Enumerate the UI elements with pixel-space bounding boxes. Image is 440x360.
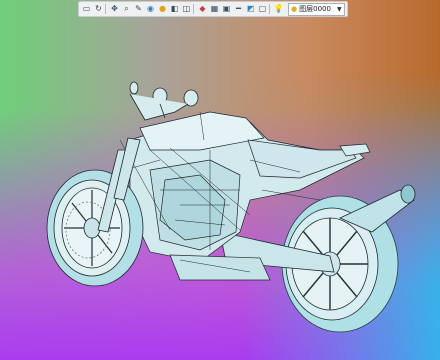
toolbar-separator [105, 4, 108, 14]
color-icon[interactable]: ◆ [197, 4, 208, 15]
palette-icon[interactable]: ◩ [245, 4, 256, 15]
render-icon[interactable]: ◉ [145, 4, 156, 15]
measure-icon[interactable]: ━ [233, 4, 244, 15]
rotate-icon[interactable]: ↻ [93, 4, 104, 15]
3d-viewport[interactable]: ▭ ↻ ✥ ⌕ ✎ ◉ ● ◧ ◫ ◆ ▦ ▣ ━ ◩ ▢ 💡 ● 图层0000… [0, 0, 440, 360]
pan-icon[interactable]: ✥ [109, 4, 120, 15]
light-icon[interactable]: ▢ [257, 4, 268, 15]
sketch-icon[interactable]: ✎ [133, 4, 144, 15]
select-icon[interactable]: ▭ [81, 4, 92, 15]
grid-icon[interactable]: ▦ [209, 4, 220, 15]
front-wheel [46, 169, 144, 287]
toolbar-separator [269, 4, 272, 14]
layer-icon[interactable]: 💡 [273, 4, 284, 15]
layer-dropdown-value: 图层0000 [299, 5, 331, 13]
sphere-icon[interactable]: ● [157, 4, 168, 15]
chevron-down-icon: ▼ [336, 5, 342, 13]
view-icon[interactable]: ▣ [221, 4, 232, 15]
layer-color-icon: ● [291, 5, 298, 13]
motorcycle-model[interactable] [0, 0, 440, 360]
handlebar-mirrors [129, 81, 199, 121]
view-toolbar: ▭ ↻ ✥ ⌕ ✎ ◉ ● ◧ ◫ ◆ ▦ ▣ ━ ◩ ▢ 💡 ● 图层0000… [78, 1, 348, 17]
cube-icon[interactable]: ◧ [169, 4, 180, 15]
toolbar-separator [193, 4, 196, 14]
layer-dropdown[interactable]: ● 图层0000 ▼ [288, 2, 345, 16]
section-icon[interactable]: ◫ [181, 4, 192, 15]
zoom-icon[interactable]: ⌕ [121, 4, 132, 15]
